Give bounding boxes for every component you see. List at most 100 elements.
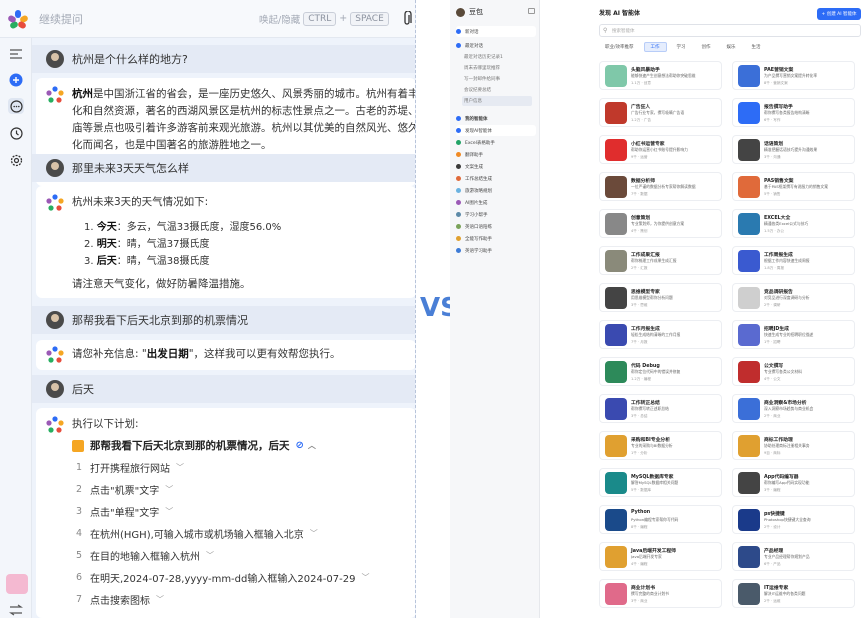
agent-card[interactable]: 创意策划 专业策划师，为你提供创意方案 4千 · 策划	[599, 209, 722, 238]
agent-card[interactable]: 报告撰写助手 帮你撰写各类报告结构清晰 6千 · 写作	[732, 98, 855, 127]
tab-create[interactable]: 创作	[696, 42, 717, 52]
agent-card[interactable]: EXCEL大全 精通各类Excel公式与技巧 1.5万 · 办公	[732, 209, 855, 238]
plan-step[interactable]: 1 打开携程旅行网站 ﹀	[76, 456, 184, 478]
user-profile[interactable]: 豆包	[456, 7, 483, 17]
sidebar-item-agent[interactable]: 文案生成	[456, 161, 536, 172]
agent-card[interactable]: 商标工作助理 协助处理商标注册相关事务 9百 · 商标	[732, 431, 855, 460]
chevron-up-icon[interactable]: ︿	[308, 440, 316, 451]
agent-card-title: Python	[631, 510, 651, 515]
agent-card-meta: 5千 · 销售	[764, 192, 781, 196]
agent-card[interactable]: 代码 Debug 帮你定位代码中的错误并修复 1.2万 · 编程	[599, 357, 722, 386]
agent-card-description: Python编程专家帮你写代码	[631, 517, 679, 522]
agent-card[interactable]: Java后端开发工程师 Java后端开发专家 4千 · 编程	[599, 542, 722, 571]
agent-card[interactable]: 采购和BI专业分析 专业的采购与BI数据分析 1千 · 分析	[599, 431, 722, 460]
agent-card-title: 头脑风暴助手	[631, 68, 660, 73]
menu-icon[interactable]	[8, 46, 24, 62]
weather-item: 2. 明天：晴，气温37摄氏度	[84, 239, 210, 250]
weather-list: 1. 今天：多云，气温33摄氏度，湿度56.0% 2. 明天：晴，气温37摄氏度…	[84, 219, 281, 270]
new-chat-icon[interactable]	[8, 72, 24, 88]
tab-study[interactable]: 学习	[671, 42, 692, 52]
plan-step[interactable]: 3 点击"单程"文字 ﹀	[76, 500, 173, 522]
tab-entertainment[interactable]: 娱乐	[721, 42, 742, 52]
agent-card[interactable]: 工作转正总结 帮你撰写转正述职总结 3千 · 总结	[599, 394, 722, 423]
history-clock-icon[interactable]	[8, 125, 24, 141]
agent-card[interactable]: 广告狂人 广告行业专家，撰写吸睛广告语 1.2万 · 广告	[599, 98, 722, 127]
agent-card[interactable]: PAE营销文案 为产品撰写营销文案提升转化率 8千 · 营销文案	[732, 61, 855, 90]
sidebar-item-agent[interactable]: 全能写作助手	[456, 233, 536, 244]
sidebar-item-agent[interactable]: 旅游攻略规划	[456, 185, 536, 196]
weather-outro: 请注意天气变化，做好防暑降温措施。	[72, 278, 251, 290]
attachment-icon[interactable]	[401, 10, 413, 27]
agent-card-title: 数据分析师	[631, 179, 655, 184]
agent-card[interactable]: 商业洞察&市场分析 深入洞察市场趋势与商业机会 2千 · 商业	[732, 394, 855, 423]
agent-card[interactable]: 招聘JD生成 快速生成专业的招聘职位描述 1千 · 招聘	[732, 320, 855, 349]
switch-arrows-icon[interactable]	[8, 604, 24, 616]
agent-card[interactable]: IT运维专家 解决IT运维中的各类问题 2千 · 运维	[732, 579, 855, 608]
gift-icon[interactable]	[6, 574, 28, 594]
search-input[interactable]: ⚲ 搜索智能体	[599, 24, 861, 37]
agent-avatar-icon	[738, 361, 760, 383]
agent-card[interactable]: 工作成果汇报 帮你梳理工作成果生成汇报 2千 · 汇报	[599, 246, 722, 275]
agent-avatar-icon	[738, 250, 760, 272]
agent-card[interactable]: 工作月报生成 轻松生成结构清晰的工作月报 7千 · 月报	[599, 320, 722, 349]
agent-card-title: 报告撰写助手	[764, 105, 793, 110]
plan-step[interactable]: 2 点击"机票"文字 ﹀	[76, 478, 173, 500]
sidebar-item-agent[interactable]: 学习小帮手	[456, 209, 536, 220]
agent-card-title: 创意策划	[631, 216, 651, 221]
assistant-logo-icon	[46, 86, 64, 103]
agent-card[interactable]: 商业计划书 撰写完整的商业计划书 3千 · 商业	[599, 579, 722, 608]
recent-chat-item[interactable]: 写一封邮件给同事	[464, 74, 500, 84]
agent-card[interactable]: 竞品调研报告 对竞品进行深度调研与分析 2千 · 调研	[732, 283, 855, 312]
agent-card[interactable]: 头脑风暴助手 能够快速产生创意想法帮助你突破思维 1.1万 · 创意	[599, 61, 722, 90]
tab-work[interactable]: 工作	[643, 42, 667, 52]
agent-card-title: 小红书运营专家	[631, 142, 665, 147]
settings-gear-icon[interactable]	[8, 152, 24, 168]
agent-avatar-icon	[605, 324, 627, 346]
agent-card[interactable]: MySQL数据库专家 解答MySQL数据库相关问题 5千 · 数据库	[599, 468, 722, 497]
agent-card[interactable]: 产品经理 专业产品经理帮你规划产品 6千 · 产品	[732, 542, 855, 571]
sidebar-item-recent[interactable]: 最近对话	[456, 40, 536, 51]
agent-card-meta: 7千 · 数据	[631, 192, 648, 196]
sidebar-section-agents[interactable]: 我的智能体	[456, 113, 536, 124]
sidebar-item-agent[interactable]: Excel表格助手	[456, 137, 536, 148]
sidebar-item-agent[interactable]: 翻译助手	[456, 149, 536, 160]
recent-chat-item[interactable]: 用户信息	[462, 96, 532, 106]
chat-bubble-icon[interactable]	[8, 98, 24, 114]
sidebar-item-agent[interactable]: 英语口语陪练	[456, 221, 536, 232]
sidebar-item-agent[interactable]: 发现AI智能体	[456, 125, 536, 136]
agent-card-description: 帮你编写App代码实现功能	[764, 480, 810, 485]
plan-title[interactable]: 那帮我看下后天北京到那的机票情况，后天 ⊘ ︿	[72, 438, 316, 453]
agent-card[interactable]: App代码编写器 帮你编写App代码实现功能 3千 · 编程	[732, 468, 855, 497]
agent-icon	[456, 152, 461, 157]
recent-chat-item[interactable]: 周末去哪里玩推荐	[464, 63, 500, 73]
agent-card[interactable]: 公文撰写 专业撰写各类公文材料 4千 · 公文	[732, 357, 855, 386]
sidebar-item-agent[interactable]: 英语学习助手	[456, 245, 536, 256]
tab-recommend[interactable]: 职业/效率推荐	[599, 42, 640, 52]
recent-chat-item[interactable]: 最近对话历史记录1	[464, 52, 503, 62]
agent-card-title: 招聘JD生成	[764, 327, 789, 332]
plan-step[interactable]: 4 在杭州(HGH),可输入城市或机场输入框输入北京 ﹀	[76, 522, 318, 544]
tab-life[interactable]: 生活	[746, 42, 767, 52]
sidebar-item-agent[interactable]: 工作总结生成	[456, 173, 536, 184]
agent-card[interactable]: PAS销售文案 基于PAS框架撰写有说服力的销售文案 5千 · 销售	[732, 172, 855, 201]
plan-step[interactable]: 6 在明天,2024-07-28,yyyy-mm-dd输入框输入2024-07-2…	[76, 566, 369, 588]
agent-card[interactable]: 工作周报生成 根据工作内容快速生成周报 1.8万 · 周报	[732, 246, 855, 275]
plan-step[interactable]: 5 在目的地输入框输入杭州 ﹀	[76, 544, 214, 566]
chat-input[interactable]: 继续提问	[39, 11, 259, 27]
plan-step[interactable]: 7 点击搜索图标 ﹀	[76, 588, 164, 610]
sidebar-item-agent[interactable]: AI图片生成	[456, 197, 536, 208]
sidebar-item-new-chat[interactable]: 新对话	[456, 26, 536, 37]
collapse-sidebar-icon[interactable]	[528, 8, 535, 14]
agent-card[interactable]: 数据分析师 一位严谨的数据分析专家帮你解读数据 7千 · 数据	[599, 172, 722, 201]
agent-card[interactable]: ps快捷键 Photoshop快捷键大全查询 2千 · 设计	[732, 505, 855, 534]
agent-card[interactable]: 话语策划 精准把握话语技巧提升沟通效果 3千 · 沟通	[732, 135, 855, 164]
create-agent-button[interactable]: + 创建 AI 智能体	[817, 8, 861, 20]
agent-card[interactable]: Python Python编程专家帮你写代码 8千 · 编程	[599, 505, 722, 534]
recent-chat-item[interactable]: 会议纪要总结	[464, 85, 491, 95]
agent-card[interactable]: 思维模型专家 用思维模型帮你分析问题 3千 · 思维	[599, 283, 722, 312]
agent-card[interactable]: 小红书运营专家 帮助你运营小红书账号提升影响力 9千 · 运营	[599, 135, 722, 164]
assistant-message: 请您补充信息: "出发日期"，这样我可以更有效帮您执行。	[36, 340, 415, 370]
agent-avatar-icon	[605, 250, 627, 272]
user-avatar	[46, 380, 64, 398]
chevron-down-icon: ﹀	[206, 550, 214, 560]
